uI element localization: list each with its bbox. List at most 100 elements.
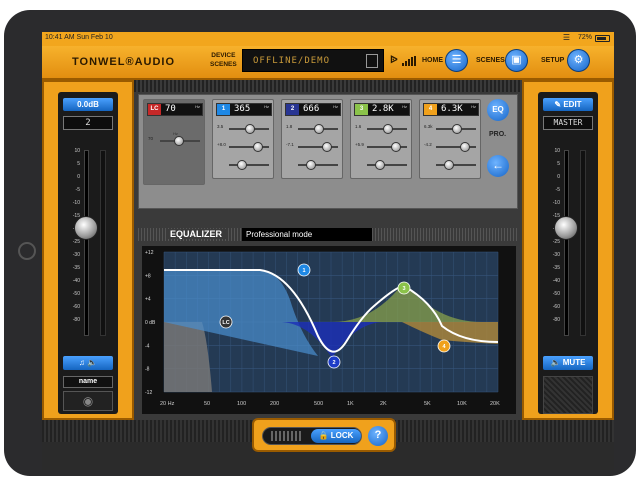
y-tick-label: +4 [145,297,151,303]
scenes-label: SCENES [476,57,505,64]
gain-slider[interactable]: +5.9 [355,142,409,152]
freq-slider[interactable] [286,160,340,170]
band-unit: Hz [471,104,476,109]
lc-unit: Hz [195,104,200,109]
lc-slider[interactable]: 70 Hz [148,131,202,146]
eq-marker-label: LC [222,320,229,326]
band-freq: 2.8K [372,104,394,114]
x-tick-label: 1K [347,401,354,407]
fader-tick: -10 [552,200,560,206]
lc-freq: 70 [165,104,176,114]
battery-icon [595,35,610,42]
eq-graph[interactable]: +12 +8 +4 0 dB -4 -8 -12 20 Hz 50 100 200 500 1K 2K 5K… [142,246,516,414]
top-grill [134,80,522,92]
gain-slider[interactable]: -4.2 [424,142,478,152]
fader-tick: -40 [72,278,80,284]
q-slider[interactable]: 6.3k [424,124,478,134]
gain-value: +5.9 [355,142,364,147]
device-status-display[interactable]: OFFLINE/DEMO [242,49,384,72]
lock-toggle[interactable]: 🔒 LOCK [262,427,362,445]
input-select-button[interactable]: ♫ 🔈 [63,356,113,370]
q-value: 1.6 [355,124,362,129]
band-4[interactable]: 4 6.3K Hz 6.3k -4.2 [419,99,481,179]
mute-button[interactable]: 🔈 MUTE [543,356,593,370]
fader-tick: 10 [554,148,560,154]
x-tick-label: 10K [457,401,467,407]
master-fader-knob[interactable] [554,216,578,240]
band-1[interactable]: 1 365 Hz 3.5 +8.0 [212,99,274,179]
q-slider[interactable]: 1.6 [355,124,409,134]
setup-button[interactable]: ⚙ [567,49,590,72]
lock-icon: 🔒 [318,431,329,440]
mixer-icon: ☰ [451,54,462,66]
freq-slider[interactable] [217,160,271,170]
y-tick-label: -12 [145,390,152,396]
band-3[interactable]: 3 2.8K Hz 1.6 +5.9 [350,99,412,179]
band-header: 1 365 Hz [216,103,272,116]
device-status-text: OFFLINE/DEMO [253,56,331,66]
lc-band[interactable]: LC 70 Hz 70 Hz [143,99,205,185]
master-fader-track[interactable] [564,150,569,336]
fader-tick: -60 [72,304,80,310]
equalizer-title: EQUALIZER [166,229,227,239]
freq-slider[interactable] [424,160,478,170]
channel-number[interactable]: 2 [63,116,113,130]
bluetooth-icon: ᐉ [390,55,398,66]
q-slider[interactable]: 3.5 [217,124,271,134]
master-label: MASTER [543,116,593,130]
gain-slider[interactable]: +8.0 [217,142,271,152]
home-hardware-button[interactable] [18,242,36,260]
band-freq: 365 [234,104,251,114]
fader-tick: 5 [77,161,80,167]
fader-tick: -25 [72,239,80,245]
channel-name[interactable]: name [63,376,113,388]
save-icon [366,54,378,68]
band-unit: Hz [264,104,269,109]
left-channel-strip: 0.0dB 2 1050-5-10-15-20-25-30-35-40-50-6… [42,80,134,420]
device-scenes-label: DEVICE SCENES [210,52,237,68]
band-2[interactable]: 2 666 Hz 1.8 -7.1 [281,99,343,179]
y-tick-label: +12 [145,250,154,256]
app-screen: 10:41 AM Sun Feb 10 ☰ 72% TONWEL®AUDIO D… [42,32,614,470]
battery-percent: 72% [577,34,592,41]
q-value: 6.3k [424,124,433,129]
help-button[interactable]: ? [368,426,388,446]
fader-track[interactable] [84,150,89,336]
fader-tick: 10 [74,148,80,154]
home-button[interactable]: ☰ [445,49,468,72]
device-frame: 10:41 AM Sun Feb 10 ☰ 72% TONWEL®AUDIO D… [4,10,636,476]
gain-slider[interactable]: -7.1 [286,142,340,152]
x-tick-label: 5K [424,401,431,407]
band-number: 3 [355,104,368,115]
scenes-button[interactable]: ▣ [505,49,528,72]
fader-tick: -50 [552,291,560,297]
band-header: 3 2.8K Hz [354,103,410,116]
q-slider[interactable]: 1.8 [286,124,340,134]
fader-tick: -5 [555,187,560,193]
fader-tick: -25 [552,239,560,245]
status-time: 10:41 AM Sun Feb 10 [45,34,113,41]
x-tick-label: 20K [490,401,500,407]
gain-display[interactable]: 0.0dB [63,98,113,111]
band-unit: Hz [402,104,407,109]
fader-knob[interactable] [74,216,98,240]
camera-icon: ◉ [82,394,94,408]
y-tick-label: -8 [145,367,150,373]
fader-tick: -40 [552,278,560,284]
eq-marker-label: 3 [402,286,405,292]
band-header: 4 6.3K Hz [423,103,479,116]
master-level-meter [580,150,586,336]
fader-tick: -10 [72,200,80,206]
eq-graph-area[interactable]: +12 +8 +4 0 dB -4 -8 -12 20 Hz 50 100 200 500 1K 2K 5K… [142,246,516,414]
gain-value: -7.1 [286,142,294,147]
fader-tick: -5 [75,187,80,193]
edit-button[interactable]: ✎ EDIT [543,98,593,111]
freq-slider[interactable] [355,160,409,170]
speaker-icon: 🔈 [87,358,98,367]
lock-button[interactable]: 🔒 LOCK [311,429,361,443]
band-number: 2 [286,104,299,115]
back-button[interactable]: ← [487,155,509,177]
gear-icon: ⚙ [573,54,584,66]
eq-button[interactable]: EQ [487,99,509,121]
camera-button[interactable]: ◉ [63,391,113,411]
